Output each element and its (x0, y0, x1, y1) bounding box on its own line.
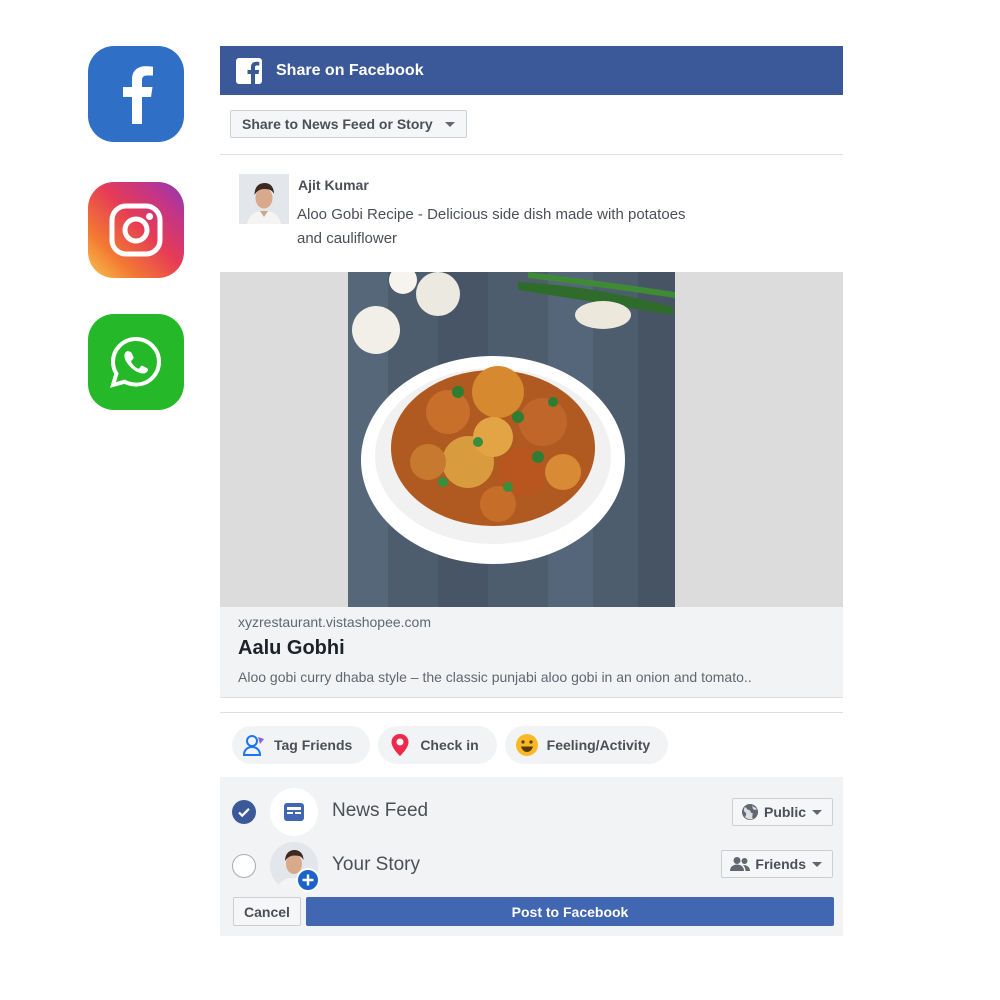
post-to-facebook-button[interactable]: Post to Facebook (306, 897, 834, 926)
your-story-privacy-label: Friends (755, 856, 806, 872)
post-actions: Tag Friends Check in Feeling/Activity (232, 726, 669, 764)
your-story-label: Your Story (332, 854, 421, 875)
author-name: Ajit Kumar (298, 177, 369, 193)
share-target-dropdown[interactable]: Share to News Feed or Story (230, 110, 467, 138)
add-icon (296, 868, 320, 892)
globe-icon (741, 803, 759, 821)
post-message[interactable]: Aloo Gobi Recipe - Delicious side dish m… (297, 203, 737, 251)
link-description: Aloo gobi curry dhaba style – the classi… (238, 669, 752, 685)
aloo-gobi-photo (348, 272, 675, 607)
link-title: Aalu Gobhi (238, 637, 345, 659)
dialog-title: Share on Facebook (276, 61, 424, 79)
your-story-privacy-dropdown[interactable]: Friends (721, 850, 833, 878)
news-feed-label: News Feed (332, 800, 429, 821)
share-target-row: Share to News Feed or Story (220, 95, 843, 155)
tag-friends-label: Tag Friends (274, 737, 353, 753)
audience-panel: News Feed Public Your Story Friends Canc… (220, 777, 843, 936)
feeling-activity-label: Feeling/Activity (546, 737, 651, 753)
share-dialog: Share on Facebook Share to News Feed or … (220, 46, 843, 936)
cancel-button[interactable]: Cancel (233, 897, 301, 926)
smiley-icon (515, 733, 539, 757)
facebook-icon (123, 66, 153, 124)
message-line: and cauliflower (297, 230, 398, 247)
avatar (239, 174, 289, 224)
check-icon (238, 808, 250, 818)
chevron-down-icon (812, 809, 822, 815)
feeling-activity-button[interactable]: Feeling/Activity (504, 726, 669, 764)
facebook-app-icon[interactable] (88, 46, 184, 142)
instagram-app-icon[interactable] (88, 182, 184, 278)
tag-friends-icon (242, 733, 266, 757)
chevron-down-icon (812, 861, 822, 867)
instagram-icon (109, 203, 163, 257)
tag-friends-button[interactable]: Tag Friends (232, 726, 371, 764)
share-target-label: Share to News Feed or Story (242, 116, 433, 132)
your-story-row: Your Story Friends (220, 841, 843, 892)
news-feed-checkbox[interactable] (232, 800, 256, 824)
news-feed-row: News Feed Public (220, 787, 843, 837)
whatsapp-app-icon[interactable] (88, 314, 184, 410)
link-domain: xyzrestaurant.vistashopee.com (238, 614, 431, 630)
chevron-down-icon (444, 121, 455, 127)
news-feed-icon (270, 788, 318, 836)
news-feed-privacy-label: Public (763, 804, 806, 820)
friends-icon (730, 856, 751, 872)
dialog-header: Share on Facebook (220, 46, 843, 95)
check-in-label: Check in (420, 737, 479, 753)
your-story-checkbox[interactable] (232, 854, 256, 878)
message-line: Aloo Gobi Recipe - Delicious side dish m… (297, 206, 686, 223)
link-preview-image (220, 272, 843, 607)
news-feed-privacy-dropdown[interactable]: Public (731, 798, 833, 826)
post-composer: Ajit Kumar Aloo Gobi Recipe - Delicious … (220, 155, 843, 273)
location-pin-icon (388, 733, 412, 757)
facebook-logo-icon (236, 57, 262, 84)
check-in-button[interactable]: Check in (378, 726, 497, 764)
divider (220, 712, 843, 713)
story-avatar (270, 842, 320, 892)
link-preview-card[interactable]: xyzrestaurant.vistashopee.com Aalu Gobhi… (220, 607, 843, 698)
whatsapp-icon (110, 336, 162, 388)
